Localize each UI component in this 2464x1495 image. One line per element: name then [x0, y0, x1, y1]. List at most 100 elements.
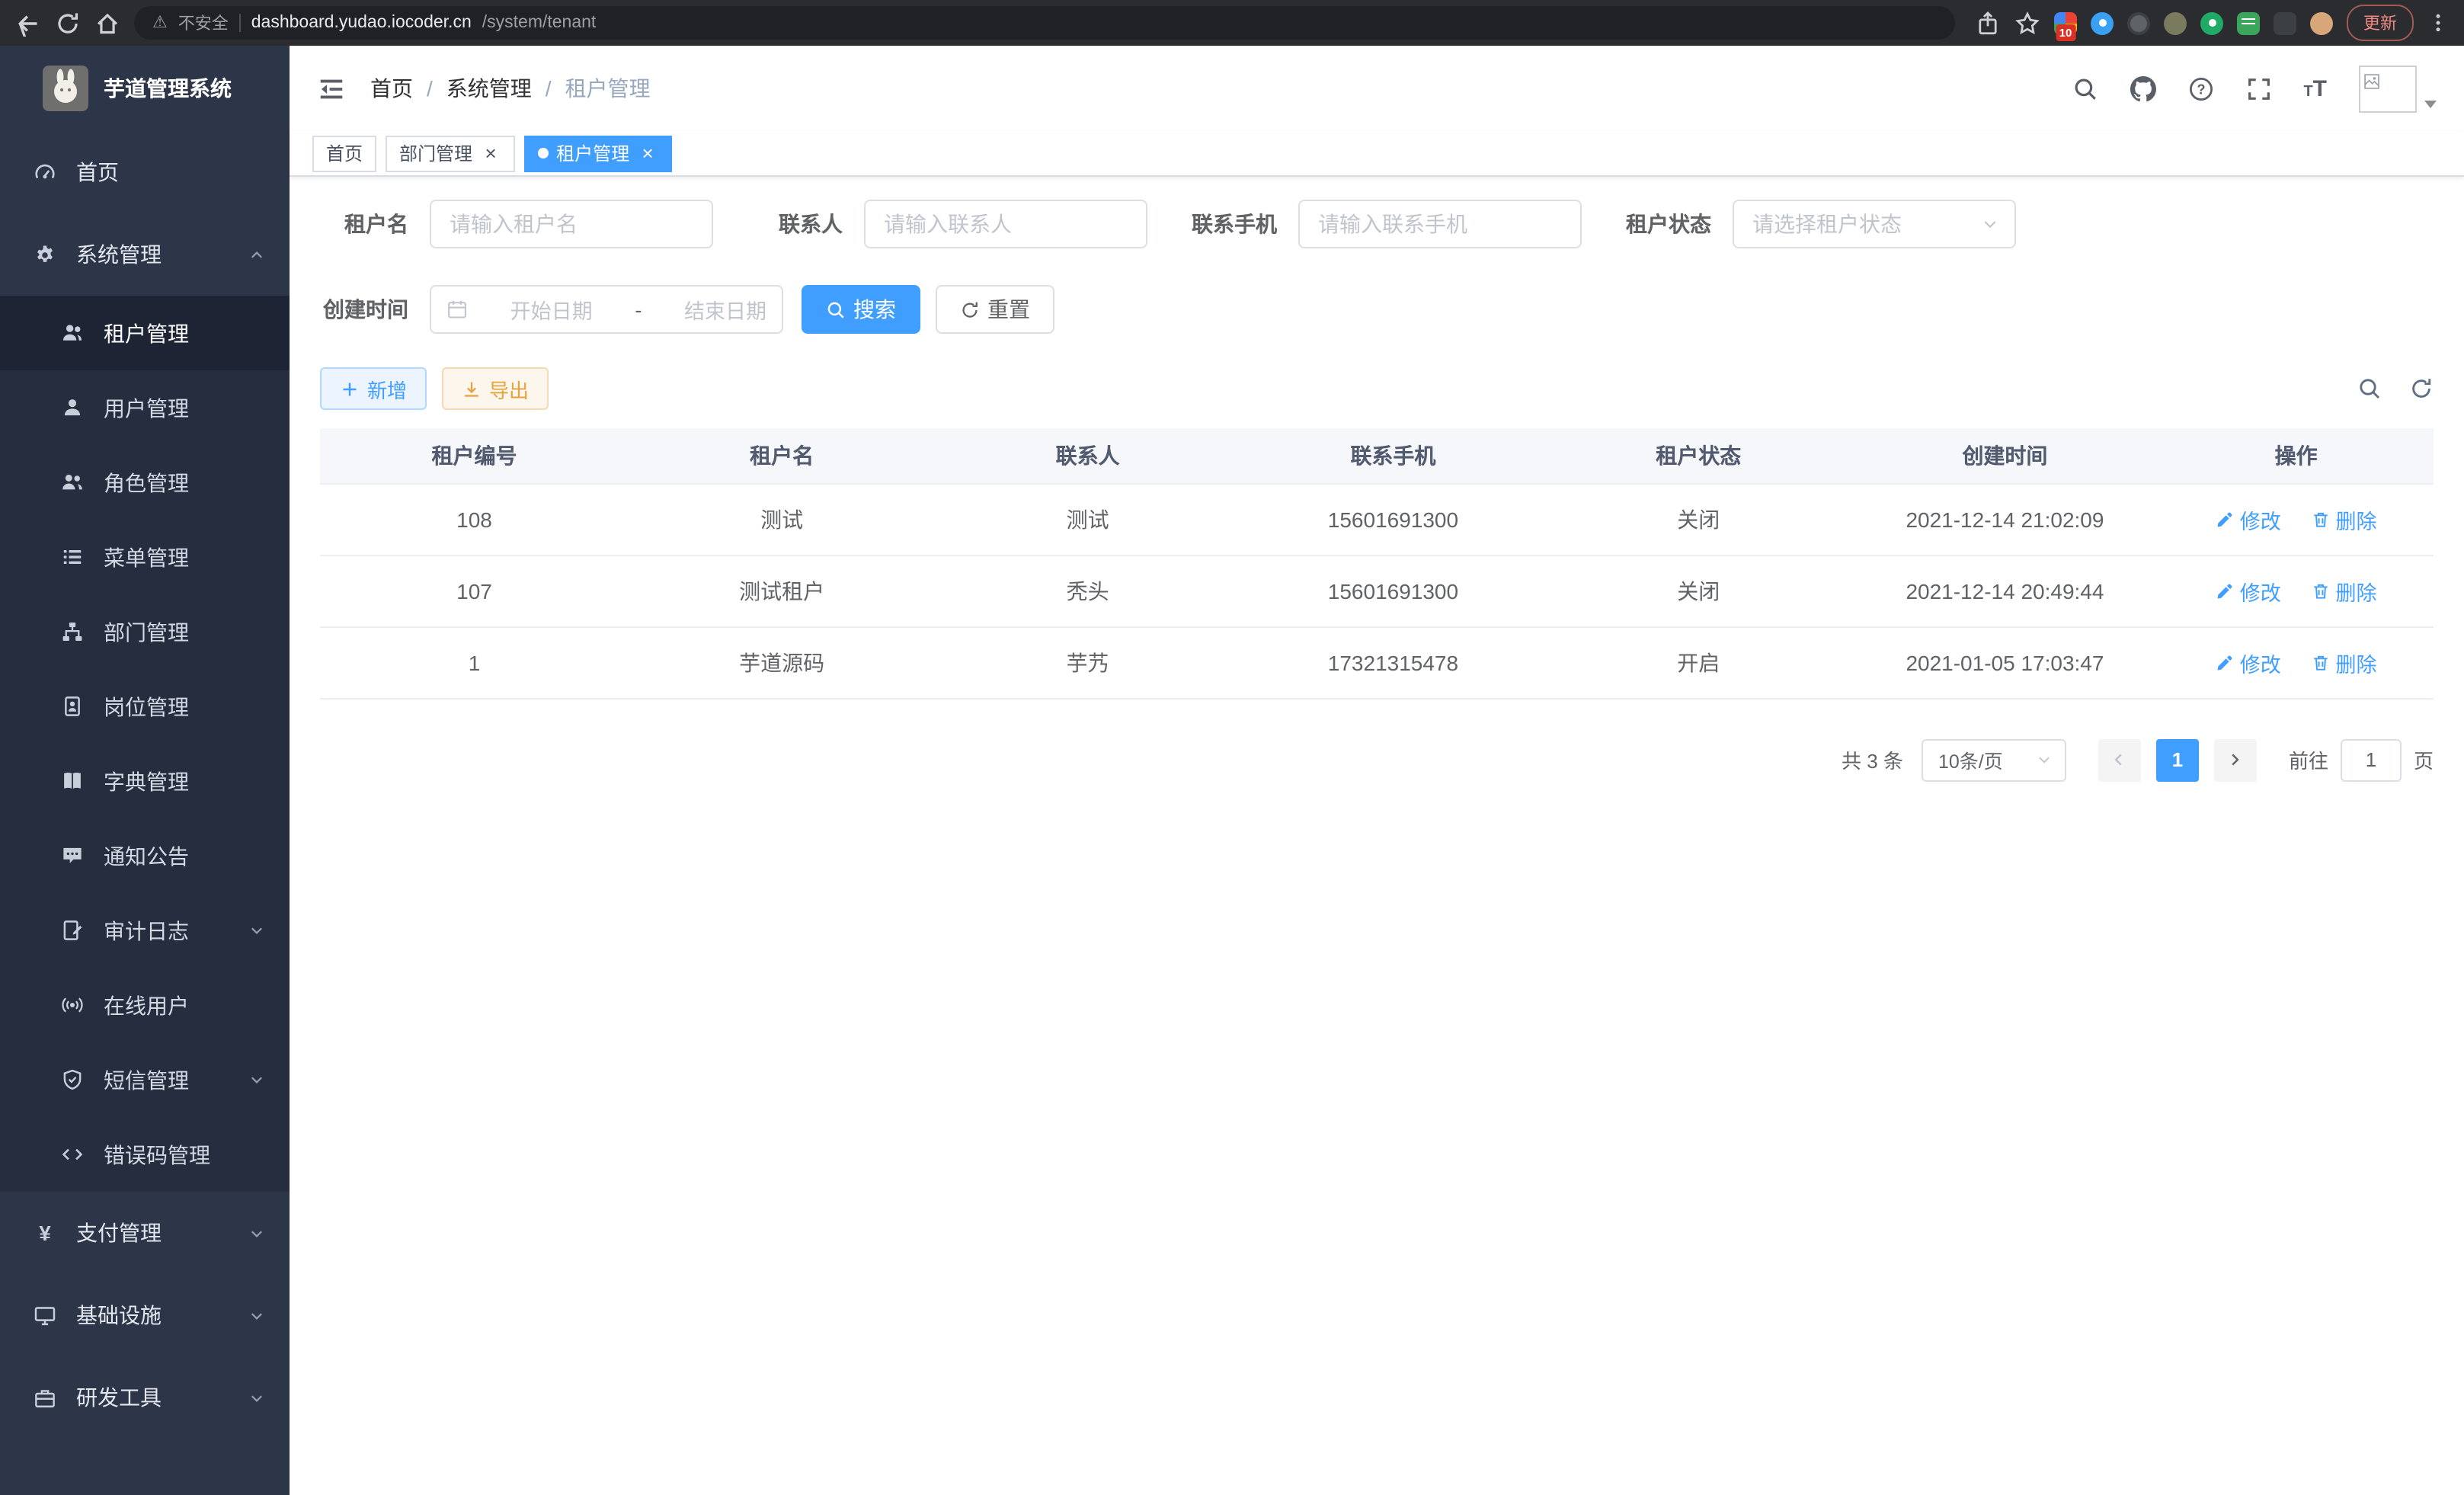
refresh-table-icon[interactable]: [2409, 376, 2434, 401]
search-icon[interactable]: [2072, 75, 2098, 101]
bookmark-star-icon[interactable]: [2014, 10, 2040, 36]
pagination-goto: 前往 页: [2289, 738, 2434, 781]
app-header: 首页 / 系统管理 / 租户管理 ?: [290, 46, 2464, 131]
github-icon[interactable]: [2130, 75, 2155, 101]
delete-button[interactable]: 删除: [2312, 504, 2377, 534]
tab-dept[interactable]: 部门管理 ×: [386, 135, 515, 171]
edit-button[interactable]: 修改: [2216, 504, 2281, 534]
ext-icon-dark-circle[interactable]: [2127, 11, 2150, 34]
sidebar-item-post[interactable]: 岗位管理: [0, 669, 290, 744]
sidebar-item-home[interactable]: 首页: [0, 131, 290, 213]
filter-contact: 联系人: [754, 200, 1147, 248]
next-page-button[interactable]: [2214, 738, 2257, 781]
add-button[interactable]: 新增: [320, 367, 427, 410]
sidebar-item-audit-log[interactable]: 审计日志: [0, 893, 290, 968]
prev-page-button[interactable]: [2098, 738, 2141, 781]
sidebar-fold-icon[interactable]: [317, 74, 346, 103]
breadcrumb-home[interactable]: 首页: [370, 73, 413, 104]
tenant-users-icon: [61, 322, 84, 344]
extension-badge: 10: [2056, 24, 2076, 40]
search-icon: [826, 299, 846, 319]
monitor-icon: [34, 1304, 56, 1327]
export-button[interactable]: 导出: [442, 367, 549, 410]
ext-icon-olive-circle[interactable]: [2164, 11, 2187, 34]
menu-list-icon: [61, 546, 84, 568]
filter-form-row-1: 租户名 联系人 联系手机 租户状态 请选择租户状态: [320, 200, 2434, 248]
page-number-1[interactable]: 1: [2156, 738, 2199, 781]
sidebar-item-label: 租户管理: [104, 318, 189, 348]
table-row: 108 测试 测试 15601691300 关闭 2021-12-14 21:0…: [320, 483, 2434, 555]
sidebar: 芋道管理系统 首页 系统管理 租户管理: [0, 46, 290, 1495]
user-avatar[interactable]: [2359, 65, 2437, 112]
ext-icon-dark-puzzle[interactable]: [2274, 11, 2296, 34]
back-icon[interactable]: [15, 10, 41, 36]
contact-input[interactable]: [864, 200, 1147, 248]
sidebar-item-menu[interactable]: 菜单管理: [0, 520, 290, 594]
reset-button[interactable]: 重置: [936, 285, 1054, 334]
edit-button[interactable]: 修改: [2216, 575, 2281, 606]
font-size-icon[interactable]: TT: [2303, 77, 2327, 100]
sidebar-item-notice[interactable]: 通知公告: [0, 818, 290, 893]
cell-contact: 芋艿: [935, 626, 1240, 698]
browser-profile-avatar[interactable]: [2310, 11, 2333, 34]
sidebar-item-devtools[interactable]: 研发工具: [0, 1356, 290, 1439]
sidebar-item-tenant[interactable]: 租户管理: [0, 296, 290, 370]
phone-input[interactable]: [1298, 200, 1582, 248]
app-title: 芋道管理系统: [104, 73, 232, 104]
sidebar-item-online-users[interactable]: 在线用户: [0, 968, 290, 1042]
sidebar-item-user[interactable]: 用户管理: [0, 370, 290, 445]
chevron-down-icon: [2036, 751, 2053, 768]
cell-actions: 修改 删除: [2158, 483, 2434, 555]
status-select[interactable]: 请选择租户状态: [1733, 200, 2016, 248]
download-icon: [462, 379, 482, 399]
share-icon[interactable]: [1975, 10, 2001, 36]
ext-icon-green-chat[interactable]: [2237, 11, 2260, 34]
fullscreen-icon[interactable]: [2245, 75, 2271, 101]
url-path: /system/tenant: [482, 14, 597, 32]
sidebar-item-sms[interactable]: 短信管理: [0, 1042, 290, 1117]
tab-tenant[interactable]: 租户管理 ×: [524, 135, 672, 171]
edit-button[interactable]: 修改: [2216, 647, 2281, 677]
help-icon[interactable]: ?: [2187, 75, 2213, 101]
page-size-select[interactable]: 10条/页: [1922, 738, 2066, 781]
col-tenant-id: 租户编号: [320, 428, 629, 483]
sidebar-item-error-code[interactable]: 错误码管理: [0, 1117, 290, 1192]
cell-actions: 修改 删除: [2158, 555, 2434, 626]
sidebar-item-system[interactable]: 系统管理: [0, 213, 290, 296]
search-button[interactable]: 搜索: [802, 285, 920, 334]
cell-tenant-name: 测试租户: [629, 555, 935, 626]
tenant-name-input[interactable]: [430, 200, 713, 248]
browser-menu-icon[interactable]: [2427, 12, 2449, 34]
page-unit-label: 页: [2414, 745, 2434, 774]
filter-phone: 联系手机: [1189, 200, 1582, 248]
delete-button[interactable]: 删除: [2312, 575, 2377, 606]
delete-button[interactable]: 删除: [2312, 647, 2377, 677]
sidebar-item-dict[interactable]: 字典管理: [0, 744, 290, 818]
ext-icon-blue-shield[interactable]: [2091, 11, 2114, 34]
close-icon[interactable]: ×: [637, 142, 658, 164]
app: 芋道管理系统 首页 系统管理 租户管理: [0, 46, 2464, 1495]
close-icon[interactable]: ×: [480, 142, 501, 164]
breadcrumb-separator: /: [546, 76, 552, 101]
id-badge-icon: [61, 695, 84, 718]
sidebar-item-role[interactable]: 角色管理: [0, 445, 290, 520]
tab-home[interactable]: 首页: [312, 135, 376, 171]
audit-doc-icon: [61, 919, 84, 942]
toolbox-icon: [34, 1386, 56, 1409]
browser-update-button[interactable]: 更新: [2347, 5, 2414, 41]
goto-page-input[interactable]: [2341, 738, 2402, 781]
col-status: 租户状态: [1546, 428, 1851, 483]
sidebar-item-payment[interactable]: ¥ 支付管理: [0, 1192, 290, 1274]
address-bar[interactable]: ⚠ 不安全 dashboard.yudao.iocoder.cn/system/…: [134, 6, 1955, 40]
sidebar-item-infrastructure[interactable]: 基础设施: [0, 1274, 290, 1356]
sidebar-item-dept[interactable]: 部门管理: [0, 594, 290, 669]
reload-icon[interactable]: [55, 10, 81, 36]
date-range-picker[interactable]: 开始日期 - 结束日期: [430, 285, 783, 334]
home-icon[interactable]: [94, 10, 120, 36]
chevron-down-icon: [248, 922, 265, 939]
ext-icon-colorful[interactable]: 10: [2054, 11, 2077, 34]
cell-contact: 测试: [935, 483, 1240, 555]
toggle-search-icon[interactable]: [2357, 376, 2382, 401]
ext-icon-green-circle[interactable]: [2200, 11, 2223, 34]
breadcrumb-system[interactable]: 系统管理: [446, 73, 532, 104]
